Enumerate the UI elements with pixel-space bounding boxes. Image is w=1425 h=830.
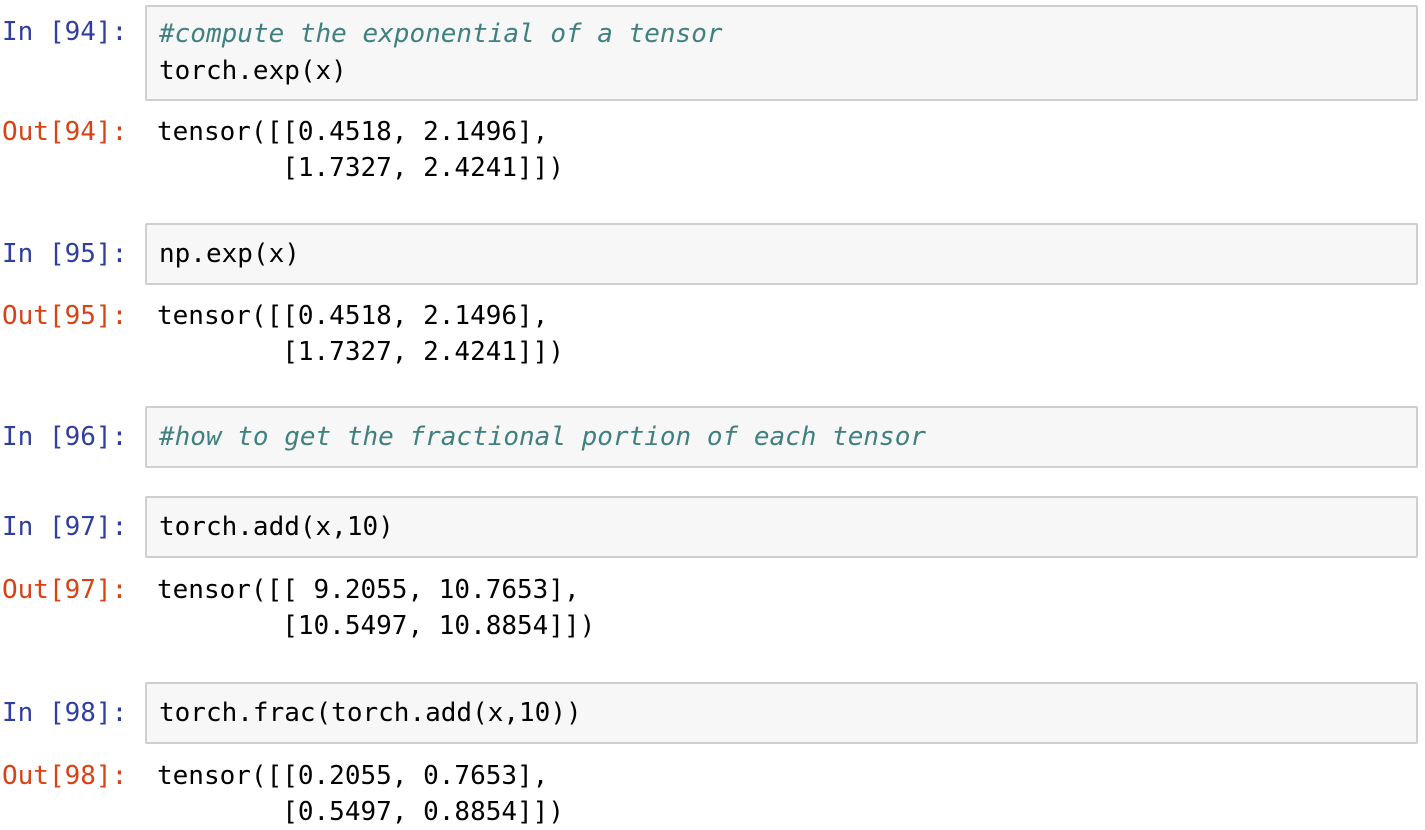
output-line: tensor([[0.2055, 0.7653], (157, 761, 549, 791)
code-input-cell[interactable]: torch.frac(torch.add(x,10)) (145, 682, 1418, 744)
in-prompt: In [94]: (2, 17, 128, 47)
code-input-cell[interactable]: #how to get the fractional portion of ea… (145, 406, 1418, 468)
code-line: torch.add(x,10) (159, 512, 394, 542)
in-prompt: In [95]: (2, 239, 128, 269)
out-prompt: Out[97]: (2, 575, 128, 605)
output-line: tensor([[0.4518, 2.1496], (157, 301, 549, 331)
output-line: [10.5497, 10.8854]]) (157, 611, 596, 641)
code-line: torch.frac(torch.add(x,10)) (159, 698, 582, 728)
output-line: [1.7327, 2.4241]]) (157, 153, 564, 183)
code-input-cell[interactable]: np.exp(x) (145, 223, 1418, 285)
in-prompt: In [96]: (2, 422, 128, 452)
code-input-cell[interactable]: torch.add(x,10) (145, 496, 1418, 558)
code-line: np.exp(x) (159, 239, 300, 269)
code-input-cell[interactable]: #compute the exponential of a tensor tor… (145, 5, 1418, 101)
output-line: tensor([[0.4518, 2.1496], (157, 117, 549, 147)
output-line: [1.7327, 2.4241]]) (157, 337, 564, 367)
out-prompt: Out[98]: (2, 761, 128, 791)
out-prompt: Out[94]: (2, 117, 128, 147)
code-line: torch.exp(x) (159, 56, 347, 86)
code-comment-line: #compute the exponential of a tensor (159, 19, 723, 49)
code-comment-line: #how to get the fractional portion of ea… (159, 422, 927, 452)
output-line: tensor([[ 9.2055, 10.7653], (157, 575, 580, 605)
in-prompt: In [98]: (2, 698, 128, 728)
out-prompt: Out[95]: (2, 301, 128, 331)
in-prompt: In [97]: (2, 512, 128, 542)
output-line: [0.5497, 0.8854]]) (157, 797, 564, 827)
